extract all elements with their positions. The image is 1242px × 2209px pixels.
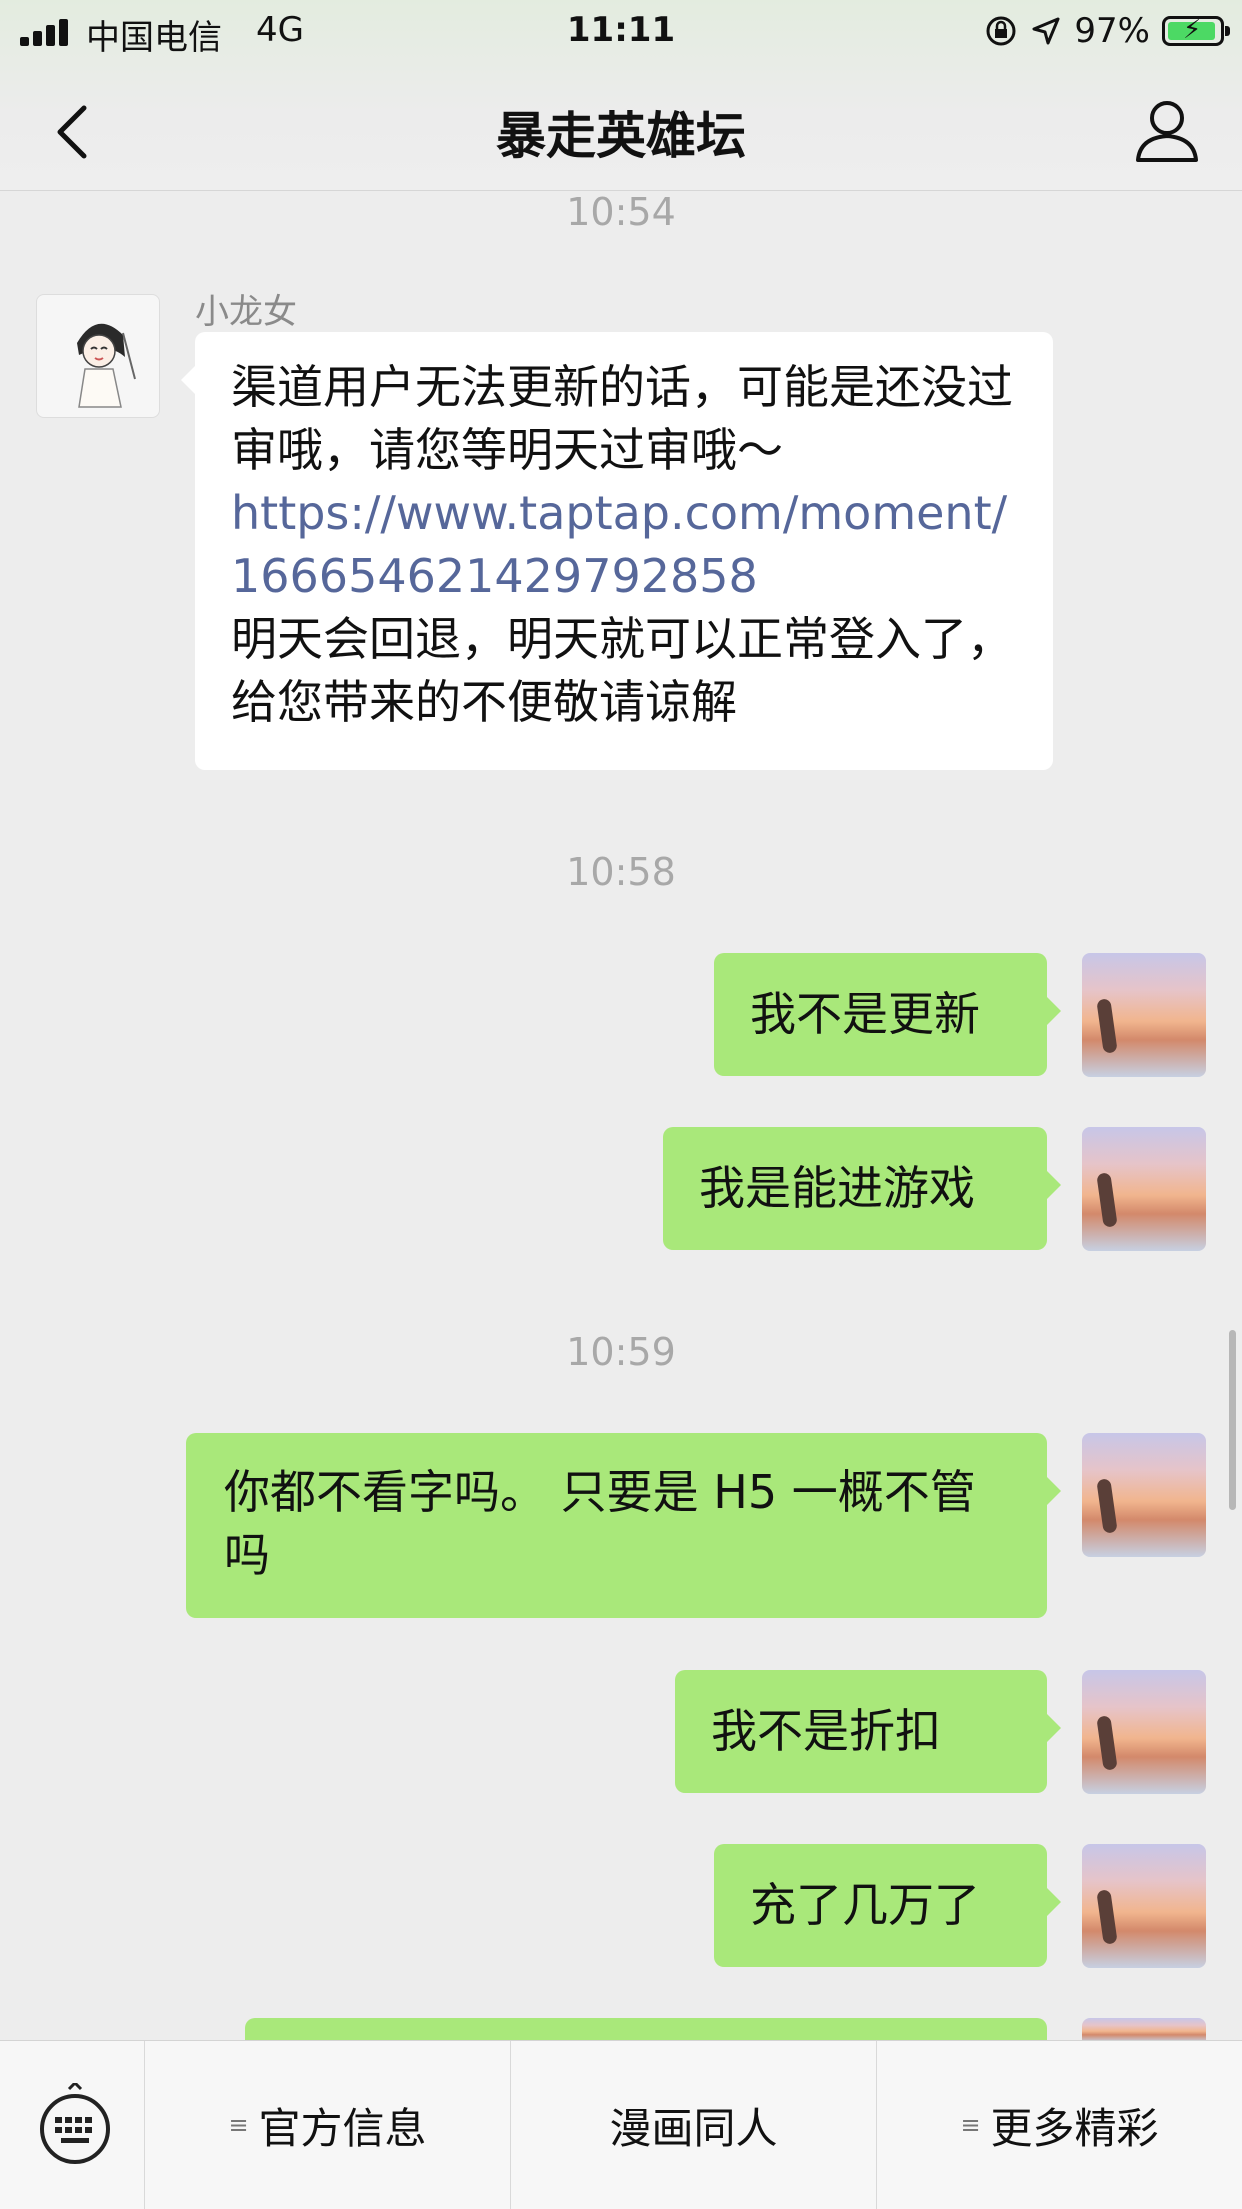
menu-label: 官方信息	[258, 2103, 427, 2153]
user-avatar[interactable]	[1082, 1127, 1206, 1251]
orientation-lock-icon	[986, 16, 1016, 46]
profile-icon[interactable]	[1132, 96, 1202, 166]
menu-more-highlights[interactable]: ≡ 更多精彩	[877, 2041, 1242, 2209]
outgoing-message-bubble[interactable]: 充了几万了	[714, 1844, 1061, 1967]
girl-avatar-icon	[77, 323, 136, 408]
outgoing-message-bubble[interactable]: 我是能进游戏	[663, 1127, 1061, 1250]
bottom-menu: ≡ 官方信息 漫画同人 ≡ 更多精彩	[0, 2040, 1242, 2209]
message-link[interactable]: https://www.taptap.com/moment/1666546214…	[231, 482, 1017, 608]
user-avatar[interactable]	[1082, 2018, 1206, 2042]
menu-label: 更多精彩	[990, 2103, 1159, 2153]
menu-label: 漫画同人	[609, 2103, 778, 2153]
menu-list-icon: ≡	[228, 2111, 249, 2139]
battery-percent: 97%	[1074, 11, 1150, 51]
scrollbar[interactable]	[1229, 1330, 1236, 1510]
menu-comics-fanart[interactable]: 漫画同人	[511, 2041, 877, 2209]
keyboard-toggle-button[interactable]	[0, 2041, 145, 2209]
outgoing-message-bubble[interactable]: 你都不看字吗。 只要是 H5 一概不管吗	[186, 1433, 1061, 1618]
user-avatar[interactable]	[1082, 1433, 1206, 1557]
outgoing-message-bubble[interactable]: 我不是折扣	[675, 1670, 1061, 1793]
location-icon	[1032, 17, 1060, 45]
keyboard-icon	[40, 2083, 110, 2164]
top-bar: 中国电信 4G 11:11 97% ⚡ 暴走英雄坛	[0, 0, 1242, 191]
outgoing-message-bubble[interactable]: 我不是更新	[714, 953, 1061, 1076]
menu-list-icon: ≡	[960, 2111, 981, 2139]
timestamp: 10:59	[566, 1330, 676, 1374]
battery-icon: ⚡	[1162, 15, 1230, 46]
message-text: 你都不看字吗。 只要是 H5 一概不管吗	[224, 1465, 976, 1582]
message-text: 我不是折扣	[711, 1704, 941, 1758]
message-text: 明天会回退，明天就可以正常登入了，给您带来的不便敬请谅解	[231, 612, 1013, 729]
timestamp: 10:58	[566, 850, 676, 894]
message-text: 渠道用户无法更新的话，可能是还没过审哦，请您等明天过审哦～	[231, 360, 1013, 477]
user-avatar[interactable]	[1082, 953, 1206, 1077]
menu-official-info[interactable]: ≡ 官方信息	[145, 2041, 511, 2209]
message-text: 我不是更新	[750, 987, 980, 1041]
status-right: 97% ⚡	[984, 8, 1230, 54]
user-avatar[interactable]	[1082, 1844, 1206, 1968]
timestamp: 10:54	[566, 190, 676, 234]
message-text: 充了几万了	[750, 1878, 980, 1932]
chat-title: 暴走英雄坛	[496, 107, 746, 165]
incoming-message-bubble[interactable]: 渠道用户无法更新的话，可能是还没过审哦，请您等明天过审哦～ https://ww…	[181, 332, 1053, 770]
message-text: 我是能进游戏	[699, 1161, 975, 1215]
contact-avatar[interactable]	[36, 294, 160, 418]
status-bar: 中国电信 4G 11:11 97% ⚡	[0, 0, 1242, 62]
user-avatar[interactable]	[1082, 1670, 1206, 1794]
sender-name: 小龙女	[195, 292, 297, 332]
